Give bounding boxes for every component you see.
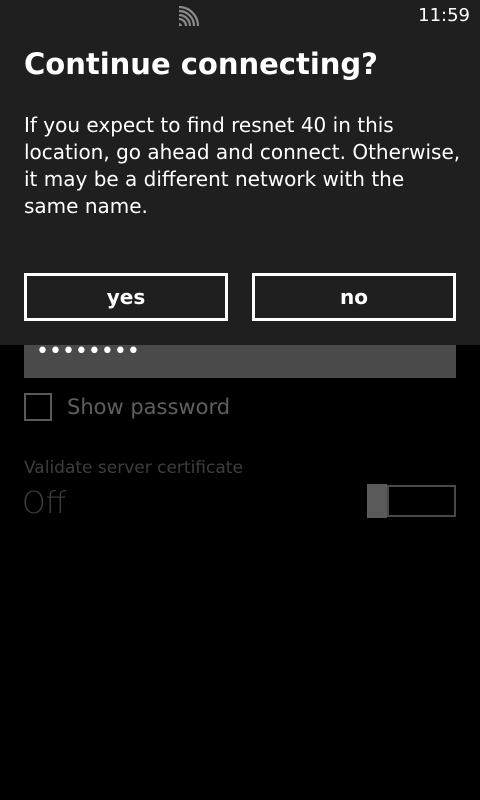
no-button[interactable]: no xyxy=(252,273,456,321)
dialog-message: If you expect to find resnet 40 in this … xyxy=(24,113,461,218)
show-password-label: Show password xyxy=(67,395,231,419)
yes-button[interactable]: yes xyxy=(24,273,228,321)
validate-certificate-toggle[interactable] xyxy=(367,484,456,518)
toggle-thumb[interactable] xyxy=(367,484,387,518)
screen: •••••••• Show password Validate server c… xyxy=(0,0,480,800)
status-clock: 11:59 xyxy=(418,5,470,26)
show-password-checkbox[interactable] xyxy=(24,393,52,421)
dialog-title: Continue connecting? xyxy=(24,47,379,81)
status-bar: 11:59 xyxy=(0,0,480,32)
show-password-row[interactable]: Show password xyxy=(24,391,230,423)
continue-connecting-dialog: 11:59 Continue connecting? If you expect… xyxy=(0,0,480,345)
validate-certificate-label: Validate server certificate xyxy=(24,458,243,478)
validate-certificate-value: Off xyxy=(22,486,67,521)
toggle-track xyxy=(387,485,456,517)
wifi-signal-icon xyxy=(176,5,200,28)
